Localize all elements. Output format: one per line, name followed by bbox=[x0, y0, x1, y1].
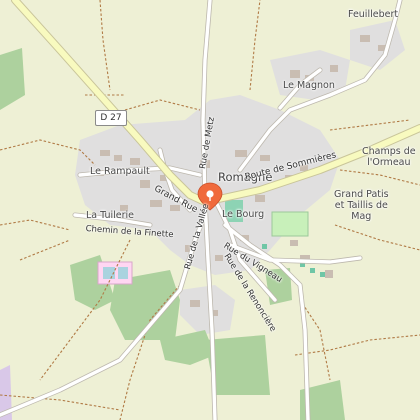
pool-2 bbox=[118, 267, 128, 279]
place-grand-patis: Grand Patis et Taillis de Mag bbox=[334, 189, 389, 222]
place-le-magnon: Le Magnon bbox=[283, 80, 335, 91]
map-canvas[interactable]: D 27 Feuillebert Le Magnon Le Rampault R… bbox=[0, 0, 420, 420]
place-feuillebert: Feuillebert bbox=[348, 9, 399, 20]
road-shield-d27: D 27 bbox=[95, 110, 127, 126]
park-area bbox=[271, 211, 309, 237]
place-le-rampault: Le Rampault bbox=[90, 166, 150, 177]
place-champs-de-lormeau: Champs de l'Ormeau bbox=[362, 146, 416, 168]
place-la-tuilerie: La Tuilerie bbox=[86, 210, 135, 221]
place-le-bourg: Le Bourg bbox=[222, 209, 265, 220]
